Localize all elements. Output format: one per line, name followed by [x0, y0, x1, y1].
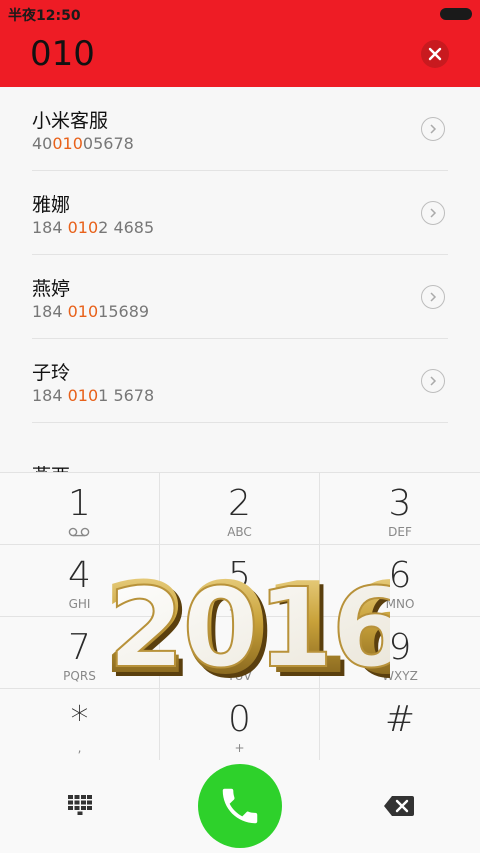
key-digit: 0	[228, 699, 251, 740]
contact-name: 小米客服	[32, 110, 109, 132]
battery-icon	[440, 8, 472, 20]
clear-button[interactable]	[421, 40, 449, 68]
contact-number: 4001005678	[32, 134, 134, 153]
key-letters: ,	[77, 741, 82, 755]
contact-row[interactable]: 小米客服 4001005678	[32, 87, 448, 171]
contact-number: 184 0101 5678	[32, 386, 155, 405]
contact-detail-button[interactable]	[421, 369, 445, 393]
key-digit: 2	[228, 483, 251, 524]
contact-detail-button[interactable]	[421, 285, 445, 309]
status-time: 半夜12:50	[8, 8, 81, 24]
contact-row[interactable]: 子玲 184 0101 5678	[32, 339, 448, 423]
key-digit: *	[70, 699, 89, 740]
contact-row[interactable]: 燕婷 184 01015689	[32, 255, 448, 339]
key-0[interactable]: 0 +	[160, 689, 320, 761]
key-1[interactable]: 1	[0, 473, 160, 545]
backspace-icon[interactable]	[384, 796, 414, 816]
key-hash[interactable]: #	[320, 689, 480, 761]
key-digit: #	[384, 699, 416, 740]
voicemail-icon	[68, 527, 90, 537]
contact-number: 184 01015689	[32, 302, 150, 321]
bottom-bar	[0, 760, 480, 853]
call-button[interactable]	[198, 764, 282, 848]
contact-list: 小米客服 4001005678 雅娜 184 0102 4685 燕婷 184 …	[0, 87, 480, 472]
dialpad-grid-icon[interactable]	[68, 795, 92, 815]
contact-detail-button[interactable]	[421, 117, 445, 141]
key-letters: +	[234, 741, 245, 755]
clear-icon	[428, 47, 442, 61]
chevron-right-icon	[430, 292, 437, 302]
contact-detail-button[interactable]	[421, 201, 445, 225]
header-bar: 半夜12:50 010	[0, 0, 480, 87]
key-digit: 1	[68, 483, 91, 524]
key-digit: 3	[388, 483, 412, 524]
contact-name: 雅娜	[32, 194, 71, 216]
overlay-face-text: 2016	[108, 564, 390, 688]
contact-name: 子玲	[32, 362, 71, 384]
key-2[interactable]: 2 ABC	[160, 473, 320, 545]
contact-name: 燕婷	[32, 278, 71, 300]
key-letters: ABC	[227, 525, 252, 539]
key-3[interactable]: 3 DEF	[320, 473, 480, 545]
chevron-right-icon	[430, 376, 437, 386]
contact-row[interactable]: 雅娜 184 0102 4685	[32, 171, 448, 255]
key-letters: DEF	[388, 525, 412, 539]
phone-icon	[222, 788, 258, 824]
new-year-2016-overlay: 2016 2016 2016	[102, 555, 390, 688]
chevron-right-icon	[430, 208, 437, 218]
contact-name-partial[interactable]: 燕西	[32, 461, 70, 472]
key-star[interactable]: * ,	[0, 689, 160, 761]
dial-input[interactable]: 010	[30, 34, 95, 74]
contact-number: 184 0102 4685	[32, 218, 155, 237]
chevron-right-icon	[430, 124, 437, 134]
